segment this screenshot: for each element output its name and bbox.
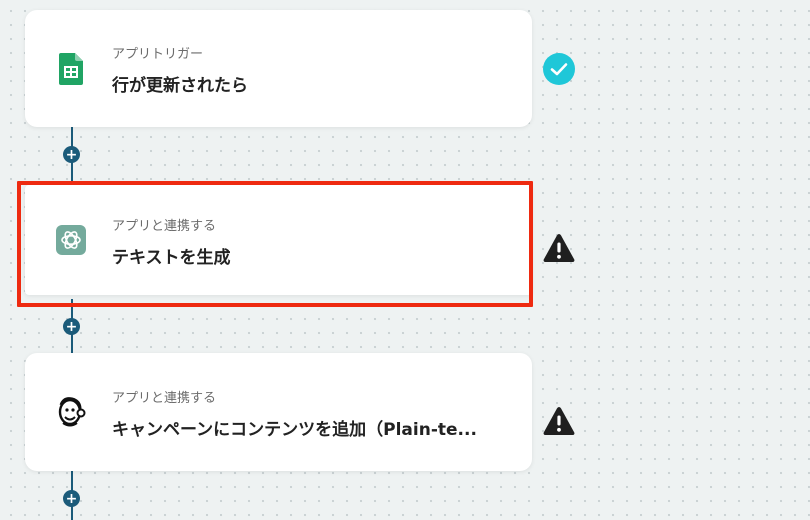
step-type-label: アプリトリガー (112, 47, 204, 62)
flow-step-card-trigger[interactable]: アプリトリガー 行が更新されたら (25, 10, 532, 127)
check-icon (542, 52, 576, 86)
step-title: キャンペーンにコンテンツを追加（Plain-te... (112, 420, 477, 440)
add-step-button[interactable]: + (63, 146, 80, 163)
add-step-button[interactable]: + (63, 318, 80, 335)
flow-step-card-mailchimp[interactable]: アプリと連携する キャンペーンにコンテンツを追加（Plain-te... (25, 353, 532, 471)
step-type-label: アプリと連携する (112, 391, 217, 406)
warning-icon (542, 231, 576, 265)
warning-icon (542, 404, 576, 438)
step-title: 行が更新されたら (112, 76, 248, 96)
mailchimp-icon (55, 396, 87, 428)
add-step-button[interactable]: + (63, 490, 80, 507)
selection-highlight (17, 181, 533, 307)
google-sheets-icon (55, 52, 87, 85)
